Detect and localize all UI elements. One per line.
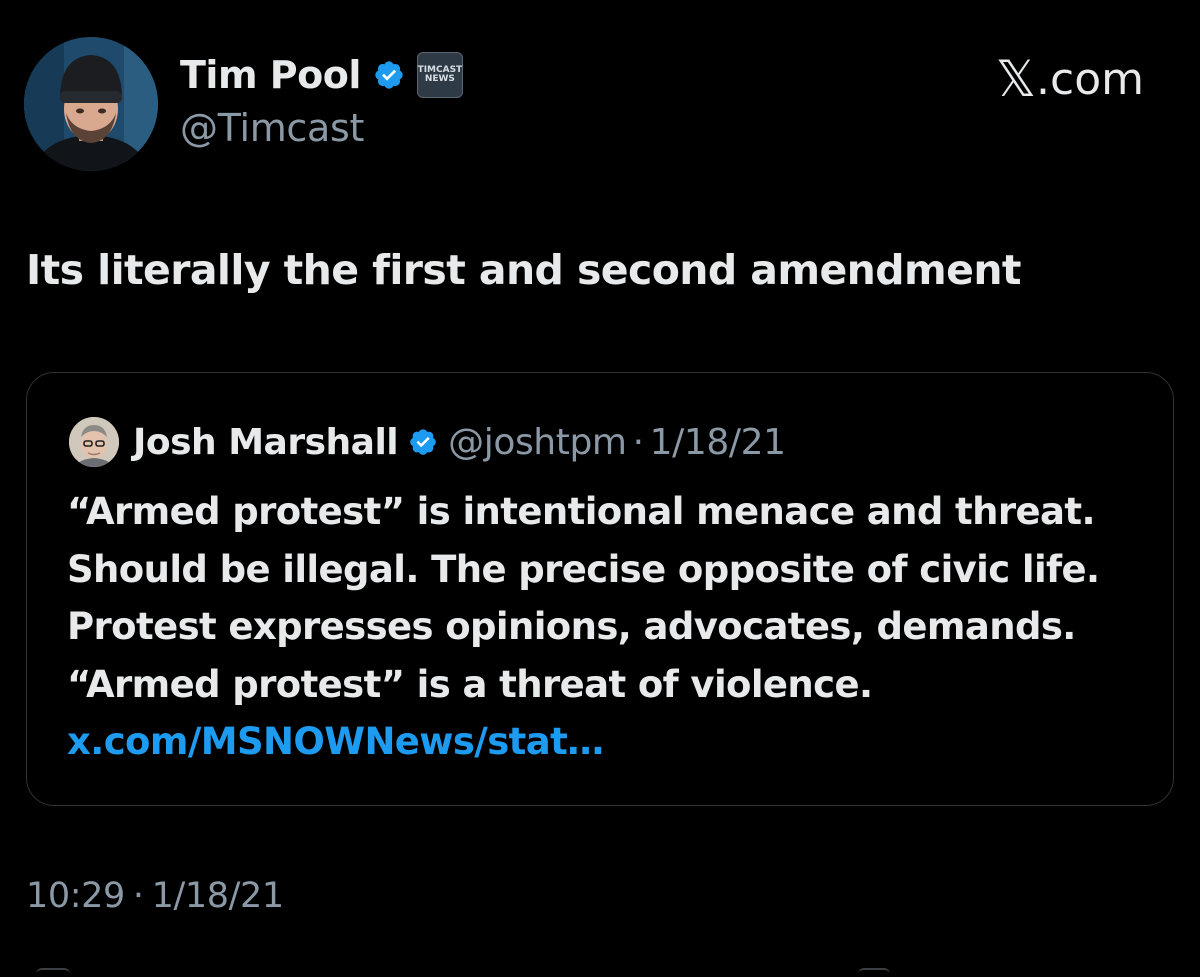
author-name-row: Tim Pool TIMCAST NEWS [180, 50, 463, 100]
action-bar-edge [0, 968, 1200, 975]
quoted-tweet-text: “Armed protest” is intentional menace an… [67, 490, 1100, 706]
quoted-tweet-link[interactable]: x.com/MSNOWNews/stat… [67, 720, 604, 763]
quoted-author-avatar[interactable] [69, 417, 119, 467]
tweet-text: Its literally the first and second amend… [26, 246, 1022, 294]
reply-icon[interactable] [36, 968, 70, 977]
author-name[interactable]: Tim Pool [180, 53, 361, 97]
quoted-author-avatar-image [69, 417, 119, 467]
timcast-news-badge-icon[interactable]: TIMCAST NEWS [416, 52, 463, 98]
quoted-author-name[interactable]: Josh Marshall [133, 422, 399, 463]
quoted-tweet-body: “Armed protest” is intentional menace an… [67, 483, 1157, 771]
tweet-timestamp[interactable]: 10:29 · 1/18/21 [26, 876, 284, 916]
quoted-tweet-card[interactable]: Josh Marshall @joshtpm · 1/18/21 “Armed … [26, 372, 1174, 806]
author-avatar-image [24, 37, 158, 171]
quoted-tweet-date[interactable]: 1/18/21 [650, 422, 786, 463]
org-badge-line2: NEWS [424, 74, 455, 84]
brand-suffix: .com [1036, 53, 1144, 105]
verified-badge-icon[interactable] [373, 59, 405, 91]
x-logo-icon: 𝕏 [995, 50, 1037, 108]
tweet-time: 10:29 [26, 876, 125, 916]
author-avatar[interactable] [24, 37, 158, 171]
quoted-tweet-header: Josh Marshall @joshtpm · 1/18/21 [69, 417, 786, 467]
author-handle[interactable]: @Timcast [180, 106, 364, 150]
x-brand-logo: 𝕏 .com [996, 50, 1144, 108]
quoted-separator: · [632, 421, 644, 463]
quoted-verified-badge-icon[interactable] [408, 427, 438, 457]
timestamp-separator: · [132, 876, 144, 916]
bookmark-icon[interactable] [858, 968, 890, 977]
quoted-author-handle[interactable]: @joshtpm [448, 422, 627, 463]
tweet-date: 1/18/21 [151, 876, 285, 916]
